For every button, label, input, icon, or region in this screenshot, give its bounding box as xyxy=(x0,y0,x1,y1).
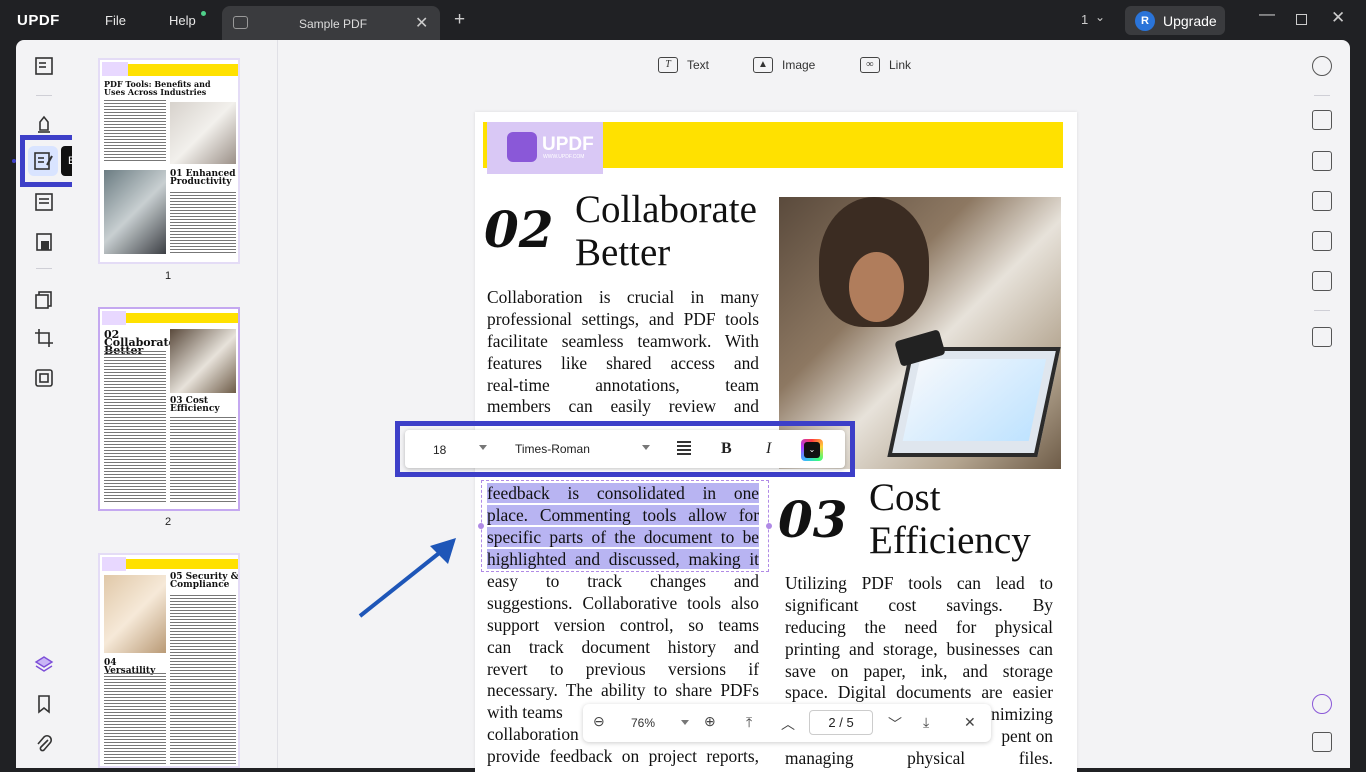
cloud-off-icon xyxy=(233,16,248,29)
thumbnail-page-number-1: 1 xyxy=(158,270,178,282)
ai-assistant-icon[interactable] xyxy=(1312,694,1332,714)
comment-icon[interactable] xyxy=(30,110,58,138)
edit-pdf-button[interactable] xyxy=(28,146,58,176)
search-icon[interactable] xyxy=(1312,56,1332,76)
thumb-1-heading: PDF Tools: Benefits and Uses Across Indu… xyxy=(104,80,234,96)
text-color-button[interactable]: ⌄ xyxy=(801,439,823,461)
convert-icon[interactable] xyxy=(1312,151,1332,171)
page-indicator[interactable]: 1 xyxy=(1081,12,1088,27)
bookmark-icon[interactable] xyxy=(30,690,58,718)
previous-page-icon[interactable]: ︿ xyxy=(781,714,795,734)
layers-icon[interactable] xyxy=(30,650,58,678)
email-icon[interactable] xyxy=(1312,271,1332,291)
resize-handle-right[interactable] xyxy=(766,523,772,529)
updf-logo-icon xyxy=(507,132,537,162)
last-page-icon[interactable]: ⤓ xyxy=(923,714,929,731)
protect-icon[interactable] xyxy=(30,228,58,256)
page-tools-icon[interactable] xyxy=(30,364,58,392)
tab-title: Sample PDF xyxy=(299,17,367,31)
text-icon: T xyxy=(658,57,678,73)
italic-button[interactable]: I xyxy=(766,440,771,458)
thumb-2-section: 03 Cost Efficiency xyxy=(170,397,240,413)
thumbnail-panel: PDF Tools: Benefits and Uses Across Indu… xyxy=(72,40,278,768)
window-close-icon[interactable]: ✕ xyxy=(1331,8,1345,28)
tab-close-icon[interactable]: ✕ xyxy=(415,13,428,33)
text-format-bar: 18 Times-Roman B I ⌄ xyxy=(405,430,845,468)
save-icon[interactable] xyxy=(1312,327,1332,347)
color-picker-icon: ⌄ xyxy=(804,442,820,458)
document-logo[interactable]: UPDF WWW.UPDF.COM xyxy=(487,122,603,174)
chevron-down-icon[interactable]: ⌄ xyxy=(1095,10,1105,24)
menu-help[interactable]: Help xyxy=(169,13,196,28)
section-heading-collaborate[interactable]: Collaborate Better xyxy=(575,188,757,274)
comments-panel-icon[interactable] xyxy=(1312,732,1332,752)
notification-dot xyxy=(201,11,206,16)
close-zoom-bar-icon[interactable]: ✕ xyxy=(964,714,976,731)
font-family-chevron-icon[interactable] xyxy=(642,445,650,450)
attachment-icon[interactable] xyxy=(30,730,58,758)
add-link-button[interactable]: ∞Link xyxy=(860,57,911,73)
zoom-chevron-icon[interactable] xyxy=(681,720,689,725)
new-tab-icon[interactable]: + xyxy=(454,9,465,31)
section-number-02[interactable]: 02 xyxy=(484,200,554,259)
thumbnail-page-number-2: 2 xyxy=(158,516,178,528)
image-icon: ▲ xyxy=(753,57,773,73)
title-bar: UPDF File Help Sample PDF ✕ + 1 ⌄ R Upgr… xyxy=(0,0,1366,40)
protect-document-icon[interactable] xyxy=(1312,191,1332,211)
zoom-in-icon[interactable]: ⊕ xyxy=(704,713,716,730)
menu-file[interactable]: File xyxy=(105,13,126,28)
add-image-button[interactable]: ▲Image xyxy=(753,57,815,73)
font-size-chevron-icon[interactable] xyxy=(479,445,487,450)
thumbnail-page-1[interactable]: PDF Tools: Benefits and Uses Across Indu… xyxy=(98,58,240,264)
maximize-icon[interactable] xyxy=(1296,14,1307,25)
share-icon[interactable] xyxy=(1312,231,1332,251)
crop-icon[interactable] xyxy=(30,324,58,352)
organize-pages-icon[interactable] xyxy=(30,286,58,314)
pointer-arrow-icon xyxy=(356,534,466,620)
add-text-button[interactable]: TText xyxy=(658,57,709,73)
font-family-select[interactable]: Times-Roman xyxy=(515,442,590,456)
section-heading-cost[interactable]: Cost Efficiency xyxy=(869,476,1031,562)
zoom-toolbar: ⊖ 76% ⊕ ⤒ ︿ 2 / 5 ﹀ ⤓ ✕ xyxy=(583,704,991,742)
font-size-select[interactable]: 18 xyxy=(433,443,446,457)
thumb-1-section: 01 Enhanced Productivity xyxy=(170,170,240,186)
first-page-icon[interactable]: ⤒ xyxy=(746,714,752,731)
collaborate-paragraph-selected[interactable]: feedback is consolidated in one place. C… xyxy=(487,483,759,571)
minimize-icon[interactable]: — xyxy=(1259,6,1275,24)
document-tab[interactable]: Sample PDF ✕ xyxy=(222,6,440,40)
upgrade-label: Upgrade xyxy=(1163,13,1217,29)
collaborate-paragraph-top[interactable]: Collaboration is crucial in many profess… xyxy=(487,287,759,418)
resize-handle-left[interactable] xyxy=(478,523,484,529)
app-logo[interactable]: UPDF xyxy=(17,12,60,29)
avatar: R xyxy=(1135,11,1155,31)
active-indicator xyxy=(12,159,16,163)
zoom-level[interactable]: 76% xyxy=(631,716,655,730)
thumbnail-page-3[interactable]: 05 Security & Compliance 04 Versatility xyxy=(98,553,240,768)
thumbnail-page-2[interactable]: 02 Collaborate Better 03 Cost Efficiency xyxy=(98,307,240,511)
zoom-out-icon[interactable]: ⊖ xyxy=(593,713,605,730)
upgrade-button[interactable]: R Upgrade xyxy=(1125,6,1225,35)
next-page-icon[interactable]: ﹀ xyxy=(888,714,902,734)
thumb-3-heading: 05 Security & Compliance xyxy=(170,573,240,589)
ocr-icon[interactable] xyxy=(1312,110,1332,130)
form-icon[interactable] xyxy=(30,188,58,216)
align-icon[interactable] xyxy=(677,441,691,455)
page-number-field[interactable]: 2 / 5 xyxy=(809,710,873,735)
reader-icon[interactable] xyxy=(30,52,58,80)
section-number-03[interactable]: 03 xyxy=(778,490,848,549)
right-toolbar xyxy=(1294,40,1350,768)
bold-button[interactable]: B xyxy=(721,440,732,458)
link-icon: ∞ xyxy=(860,57,880,73)
